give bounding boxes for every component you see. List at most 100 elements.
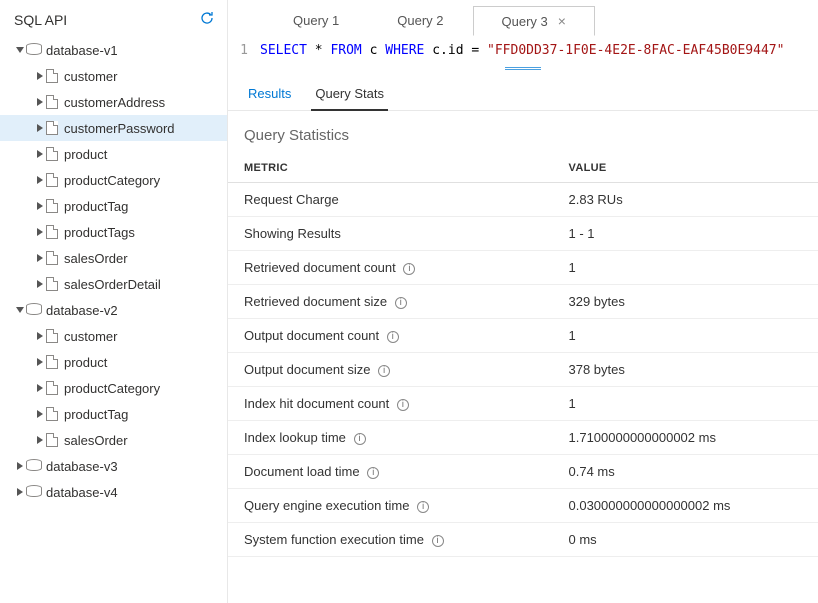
code-token: WHERE	[385, 43, 424, 58]
tab-label: Query 1	[293, 13, 339, 28]
info-icon[interactable]: i	[378, 365, 390, 377]
container-node[interactable]: productTag	[0, 193, 227, 219]
info-icon[interactable]: i	[367, 467, 379, 479]
metric-label: Index hit document count	[244, 396, 389, 411]
stats-table: METRIC VALUE Request Charge2.83 RUsShowi…	[228, 154, 818, 557]
query-tab[interactable]: Query 3×	[473, 6, 595, 36]
container-node[interactable]: product	[0, 349, 227, 375]
container-node[interactable]: productCategory	[0, 375, 227, 401]
query-tab[interactable]: Query 2	[368, 6, 472, 36]
caret-icon	[34, 98, 46, 106]
value-cell: 1	[553, 251, 818, 285]
caret-icon	[34, 410, 46, 418]
query-editor[interactable]: 1 SELECT * FROM c WHERE c.id = "FFD0DD37…	[228, 37, 818, 62]
metric-label: Retrieved document count	[244, 260, 396, 275]
metric-label: Showing Results	[244, 226, 341, 241]
code-token: "FFD0DD37-1F0E-4E2E-8FAC-EAF45B0E9447"	[487, 43, 784, 58]
container-node[interactable]: product	[0, 141, 227, 167]
container-icon	[46, 225, 58, 239]
info-icon[interactable]: i	[395, 297, 407, 309]
container-label: customerAddress	[64, 95, 165, 110]
container-node[interactable]: salesOrder	[0, 427, 227, 453]
container-node[interactable]: productTags	[0, 219, 227, 245]
container-node[interactable]: salesOrder	[0, 245, 227, 271]
database-node[interactable]: database-v3	[0, 453, 227, 479]
caret-icon	[34, 384, 46, 392]
table-row: Request Charge 2.83 RUs	[228, 183, 818, 217]
container-node[interactable]: productTag	[0, 401, 227, 427]
database-label: database-v2	[46, 303, 118, 318]
container-icon	[46, 433, 58, 447]
container-label: productCategory	[64, 173, 160, 188]
caret-icon	[34, 254, 46, 262]
metric-cell: Output document count i	[228, 319, 553, 353]
main-panel: Query 1 Query 2Query 3× 1 SELECT * FROM c…	[228, 0, 818, 603]
info-icon[interactable]: i	[403, 263, 415, 275]
metric-cell: Document load time i	[228, 455, 553, 489]
table-row: Document load time i0.74 ms	[228, 455, 818, 489]
info-icon[interactable]: i	[354, 433, 366, 445]
container-label: customer	[64, 69, 117, 84]
caret-icon	[34, 124, 46, 132]
table-row: Index lookup time i1.7100000000000002 ms	[228, 421, 818, 455]
container-icon	[46, 251, 58, 265]
database-node[interactable]: database-v2	[0, 297, 227, 323]
container-label: productTag	[64, 407, 128, 422]
stats-title: Query Statistics	[228, 111, 818, 154]
container-node[interactable]: productCategory	[0, 167, 227, 193]
metric-label: Request Charge	[244, 192, 339, 207]
caret-icon	[34, 436, 46, 444]
refresh-icon[interactable]	[199, 10, 215, 29]
container-icon	[46, 381, 58, 395]
container-icon	[46, 277, 58, 291]
close-icon[interactable]: ×	[558, 13, 566, 29]
container-icon	[46, 199, 58, 213]
caret-icon	[34, 228, 46, 236]
metric-label: Output document size	[244, 362, 370, 377]
code-token: FROM	[330, 43, 361, 58]
query-text: SELECT * FROM c WHERE c.id = "FFD0DD37-1…	[260, 43, 784, 58]
database-icon	[26, 303, 40, 317]
database-node[interactable]: database-v4	[0, 479, 227, 505]
container-node[interactable]: customerAddress	[0, 89, 227, 115]
table-row: Index hit document count i 1	[228, 387, 818, 421]
caret-icon	[34, 358, 46, 366]
container-node[interactable]: customerPassword	[0, 115, 227, 141]
tab-query-stats[interactable]: Query Stats	[311, 80, 388, 111]
info-icon[interactable]: i	[397, 399, 409, 411]
metric-cell: Index lookup time i	[228, 421, 553, 455]
container-label: product	[64, 355, 107, 370]
container-label: salesOrder	[64, 433, 128, 448]
value-cell: 378 bytes	[553, 353, 818, 387]
value-cell: 0 ms	[553, 523, 818, 557]
value-cell: 0.74 ms	[553, 455, 818, 489]
metric-cell: Showing Results	[228, 217, 553, 251]
info-icon[interactable]: i	[432, 535, 444, 547]
results-tabs: Results Query Stats	[228, 74, 818, 111]
caret-icon	[34, 72, 46, 80]
value-cell: 1	[553, 387, 818, 421]
container-node[interactable]: customer	[0, 63, 227, 89]
container-node[interactable]: salesOrderDetail	[0, 271, 227, 297]
container-node[interactable]: customer	[0, 323, 227, 349]
code-token: c.id =	[424, 43, 487, 58]
caret-icon	[14, 488, 26, 496]
container-icon	[46, 355, 58, 369]
container-icon	[46, 121, 58, 135]
code-token: *	[307, 43, 330, 58]
caret-icon	[34, 332, 46, 340]
database-icon	[26, 459, 40, 473]
query-tab[interactable]: Query 1	[264, 6, 368, 36]
metric-label: Retrieved document size	[244, 294, 387, 309]
value-cell: 1 - 1	[553, 217, 818, 251]
container-label: productCategory	[64, 381, 160, 396]
tab-results[interactable]: Results	[244, 80, 295, 110]
database-node[interactable]: database-v1	[0, 37, 227, 63]
info-icon[interactable]: i	[387, 331, 399, 343]
caret-icon	[14, 462, 26, 470]
info-icon[interactable]: i	[417, 501, 429, 513]
splitter-handle[interactable]	[228, 62, 818, 74]
value-cell: 2.83 RUs	[553, 183, 818, 217]
container-label: salesOrderDetail	[64, 277, 161, 292]
caret-icon	[34, 280, 46, 288]
